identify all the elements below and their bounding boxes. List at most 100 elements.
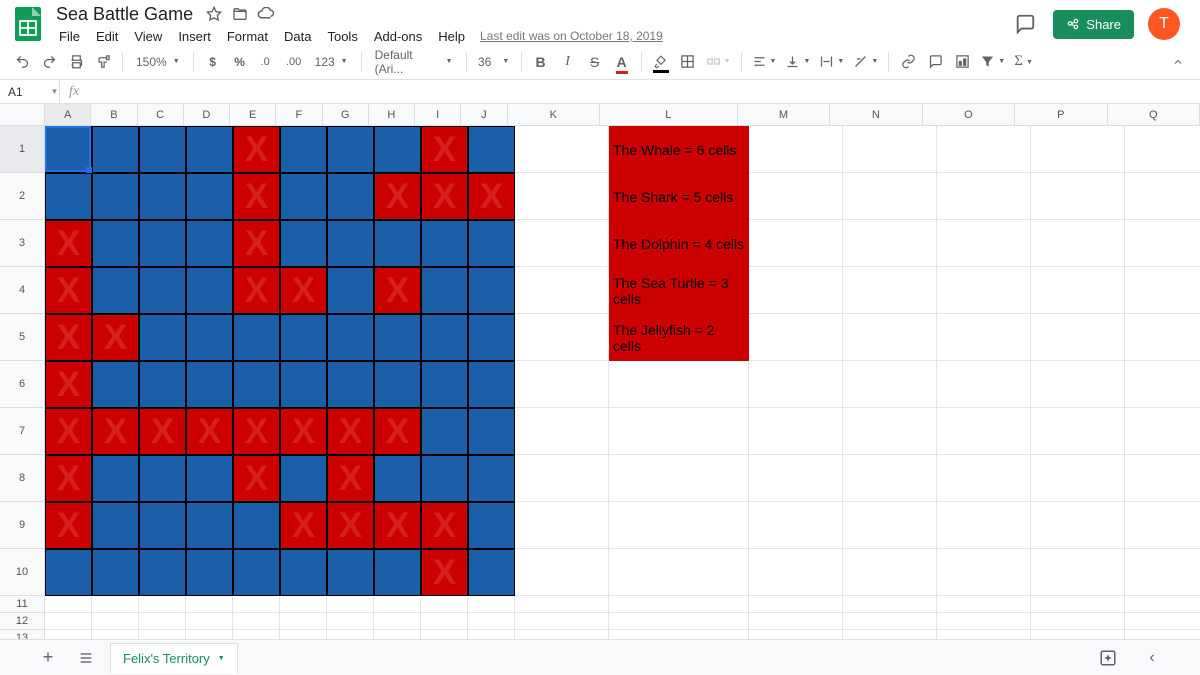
comments-button[interactable] xyxy=(1011,10,1039,38)
cell-Q11[interactable] xyxy=(1125,596,1200,613)
cell-C11[interactable] xyxy=(139,596,186,613)
cell-O4[interactable] xyxy=(937,267,1031,314)
board-cell-B10[interactable] xyxy=(92,549,139,596)
board-cell-H9[interactable]: X xyxy=(374,502,421,549)
cell-M4[interactable] xyxy=(749,267,843,314)
board-cell-C2[interactable] xyxy=(139,173,186,220)
board-cell-A1[interactable] xyxy=(45,126,92,173)
share-button[interactable]: Share xyxy=(1053,10,1134,39)
board-cell-A10[interactable] xyxy=(45,549,92,596)
board-cell-F1[interactable] xyxy=(280,126,327,173)
board-cell-I8[interactable] xyxy=(421,455,468,502)
undo-button[interactable] xyxy=(10,49,34,75)
board-cell-D3[interactable] xyxy=(186,220,233,267)
board-cell-J1[interactable] xyxy=(468,126,515,173)
board-cell-B8[interactable] xyxy=(92,455,139,502)
cell-M9[interactable] xyxy=(749,502,843,549)
col-header-D[interactable]: D xyxy=(184,104,230,126)
board-cell-G7[interactable]: X xyxy=(327,408,374,455)
cell-O3[interactable] xyxy=(937,220,1031,267)
cell-P4[interactable] xyxy=(1031,267,1125,314)
percent-button[interactable]: % xyxy=(228,49,252,75)
board-cell-H6[interactable] xyxy=(374,361,421,408)
menu-tools[interactable]: Tools xyxy=(320,27,364,46)
text-color-button[interactable]: A xyxy=(610,49,634,75)
board-cell-H8[interactable] xyxy=(374,455,421,502)
board-cell-I7[interactable] xyxy=(421,408,468,455)
board-cell-E9[interactable] xyxy=(233,502,280,549)
cell-M7[interactable] xyxy=(749,408,843,455)
cell-D13[interactable] xyxy=(186,630,233,639)
cloud-icon[interactable] xyxy=(257,5,275,23)
board-cell-H2[interactable]: X xyxy=(374,173,421,220)
cell-M3[interactable] xyxy=(749,220,843,267)
cell-C12[interactable] xyxy=(139,613,186,630)
cell-F11[interactable] xyxy=(280,596,327,613)
cell-G12[interactable] xyxy=(327,613,374,630)
cell-O5[interactable] xyxy=(937,314,1031,361)
menu-format[interactable]: Format xyxy=(220,27,275,46)
rotate-button[interactable]: ▼ xyxy=(850,49,881,75)
cell-N6[interactable] xyxy=(843,361,937,408)
board-cell-A3[interactable]: X xyxy=(45,220,92,267)
cell-Q3[interactable] xyxy=(1125,220,1200,267)
row-header-1[interactable]: 1 xyxy=(0,126,45,173)
row-header-2[interactable]: 2 xyxy=(0,173,45,220)
cell-O13[interactable] xyxy=(937,630,1031,639)
row-header-13[interactable]: 13 xyxy=(0,630,45,639)
font-size-select[interactable]: 36▼ xyxy=(474,49,514,75)
col-header-K[interactable]: K xyxy=(508,104,600,126)
board-cell-F6[interactable] xyxy=(280,361,327,408)
cell-G13[interactable] xyxy=(327,630,374,639)
cell-L10[interactable] xyxy=(609,549,749,596)
board-cell-D4[interactable] xyxy=(186,267,233,314)
cell-N2[interactable] xyxy=(843,173,937,220)
cell-D12[interactable] xyxy=(186,613,233,630)
cell-M12[interactable] xyxy=(749,613,843,630)
cell-O10[interactable] xyxy=(937,549,1031,596)
cell-N4[interactable] xyxy=(843,267,937,314)
cell-Q9[interactable] xyxy=(1125,502,1200,549)
board-cell-D6[interactable] xyxy=(186,361,233,408)
board-cell-J10[interactable] xyxy=(468,549,515,596)
board-cell-H7[interactable]: X xyxy=(374,408,421,455)
board-cell-I5[interactable] xyxy=(421,314,468,361)
board-cell-G4[interactable] xyxy=(327,267,374,314)
merge-button[interactable]: ▼ xyxy=(703,49,734,75)
cell-N12[interactable] xyxy=(843,613,937,630)
cell-L6[interactable] xyxy=(609,361,749,408)
board-cell-D7[interactable]: X xyxy=(186,408,233,455)
board-cell-B1[interactable] xyxy=(92,126,139,173)
board-cell-C1[interactable] xyxy=(139,126,186,173)
cell-N10[interactable] xyxy=(843,549,937,596)
cell-P9[interactable] xyxy=(1031,502,1125,549)
board-cell-B7[interactable]: X xyxy=(92,408,139,455)
board-cell-D1[interactable] xyxy=(186,126,233,173)
board-cell-E2[interactable]: X xyxy=(233,173,280,220)
board-cell-G3[interactable] xyxy=(327,220,374,267)
cell-K2[interactable] xyxy=(515,173,609,220)
board-cell-D8[interactable] xyxy=(186,455,233,502)
filter-button[interactable]: ▼ xyxy=(977,49,1008,75)
cell-P2[interactable] xyxy=(1031,173,1125,220)
cell-E13[interactable] xyxy=(233,630,280,639)
menu-addons[interactable]: Add-ons xyxy=(367,27,429,46)
cell-N11[interactable] xyxy=(843,596,937,613)
cell-N1[interactable] xyxy=(843,126,937,173)
cell-A11[interactable] xyxy=(45,596,92,613)
menu-help[interactable]: Help xyxy=(431,27,472,46)
decrease-decimal-button[interactable]: .0 xyxy=(255,49,279,75)
row-header-12[interactable]: 12 xyxy=(0,613,45,630)
cell-L11[interactable] xyxy=(609,596,749,613)
borders-button[interactable] xyxy=(676,49,700,75)
board-cell-B3[interactable] xyxy=(92,220,139,267)
all-sheets-button[interactable] xyxy=(72,644,100,672)
cell-E11[interactable] xyxy=(233,596,280,613)
cell-B11[interactable] xyxy=(92,596,139,613)
increase-decimal-button[interactable]: .00 xyxy=(282,49,306,75)
cell-H12[interactable] xyxy=(374,613,421,630)
cell-P12[interactable] xyxy=(1031,613,1125,630)
board-cell-E5[interactable] xyxy=(233,314,280,361)
cell-Q7[interactable] xyxy=(1125,408,1200,455)
cell-Q8[interactable] xyxy=(1125,455,1200,502)
